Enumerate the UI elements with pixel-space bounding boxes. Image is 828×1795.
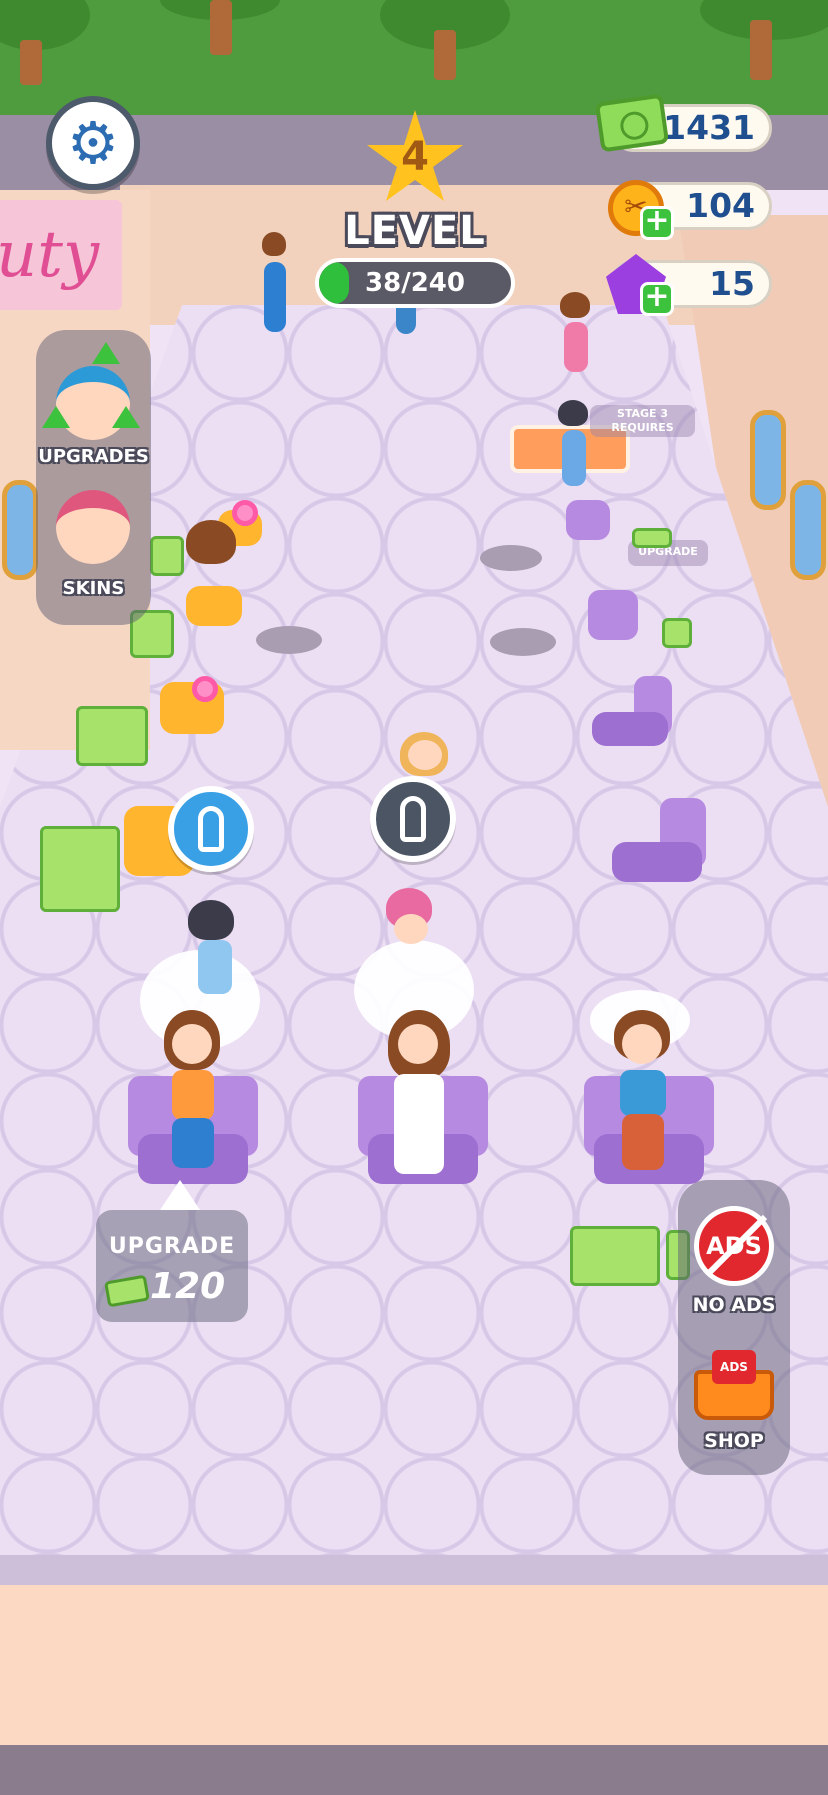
customer (556, 292, 596, 382)
cash-pile (76, 706, 148, 766)
customer (186, 520, 236, 590)
customer (608, 1010, 678, 1180)
coin-value: 104 (686, 186, 755, 225)
cash-pile (40, 826, 120, 912)
waiting-chair (556, 500, 616, 550)
tree (0, 0, 100, 90)
level-label: LEVEL (344, 208, 486, 254)
customer (158, 1010, 228, 1180)
upgrade-pad[interactable]: UPGRADE 120 (96, 1210, 248, 1322)
mirror (790, 480, 826, 580)
skins-avatar (56, 490, 130, 564)
hair-dryer-task-button[interactable] (370, 776, 456, 862)
no-ads-icon: ADS (706, 1232, 762, 1260)
arrow-up-icon (42, 406, 70, 428)
waiting-chair (592, 676, 672, 756)
salon-sign: uty (0, 200, 122, 310)
left-menu-panel: UPGRADES SKINS (36, 330, 151, 625)
skins-button[interactable]: SKINS (36, 490, 151, 620)
cash-pile (150, 536, 184, 576)
upgrade-pad-title: UPGRADE (108, 1234, 236, 1259)
waiting-chair (612, 798, 706, 888)
settings-button[interactable]: ⚙ (46, 96, 140, 190)
stylist (380, 888, 440, 988)
shop-button[interactable]: ADS (694, 1350, 774, 1420)
add-gems-button[interactable]: + (640, 282, 674, 316)
skins-label: SKINS (62, 578, 125, 599)
waiting-chair (578, 590, 644, 650)
upgrade-pad-cost: 120 (150, 1266, 226, 1307)
level-number: 4 (401, 134, 429, 180)
level-indicator: 4 LEVEL 38/240 (305, 110, 525, 310)
no-ads-button[interactable]: ADS (694, 1206, 774, 1286)
hair-dryer-icon (400, 796, 426, 842)
shop-ads-icon: ADS (712, 1350, 756, 1384)
empty-floor-spot (490, 628, 556, 656)
cash-pile (662, 618, 692, 648)
upgrades-button[interactable]: UPGRADES (36, 340, 151, 480)
right-menu-panel: ADS NO ADS ADS SHOP (678, 1180, 790, 1475)
add-coins-button[interactable]: + (640, 206, 674, 240)
tree (700, 0, 828, 90)
floor-bottom (0, 1745, 828, 1795)
customer (260, 232, 290, 342)
upgrades-label: UPGRADES (38, 446, 149, 467)
cash-pile (570, 1226, 660, 1286)
styling-chair (160, 672, 230, 752)
floor-edge (0, 1555, 828, 1585)
cash-icon (594, 93, 670, 153)
floor-front (0, 1585, 828, 1745)
stylist (182, 900, 242, 1000)
tree (160, 0, 280, 80)
gem-value: 15 (709, 264, 755, 303)
mirror (2, 480, 38, 580)
gear-icon: ⚙ (67, 109, 119, 177)
arrow-up-icon (92, 342, 120, 364)
cash-icon (104, 1274, 150, 1308)
no-ads-label: NO ADS (692, 1294, 776, 1316)
shop-label: SHOP (704, 1430, 764, 1452)
mirror (750, 410, 786, 510)
level-progress-bar: 38/240 (315, 258, 515, 308)
empty-floor-spot (256, 626, 322, 654)
tree (380, 0, 510, 100)
receptionist (554, 400, 594, 490)
stage-requirement-tag: STAGE 3 REQUIRES (590, 405, 695, 437)
arrow-up-icon (112, 406, 140, 428)
hair-dryer-task-button[interactable] (168, 786, 254, 872)
upgrade-arrow-icon (160, 1180, 200, 1210)
customer (384, 1010, 454, 1180)
cash-pile (632, 528, 672, 548)
upgrades-avatar (56, 366, 130, 440)
level-progress-text: 38/240 (365, 268, 465, 298)
empty-floor-spot (480, 545, 542, 571)
hair-dryer-icon (198, 806, 224, 852)
